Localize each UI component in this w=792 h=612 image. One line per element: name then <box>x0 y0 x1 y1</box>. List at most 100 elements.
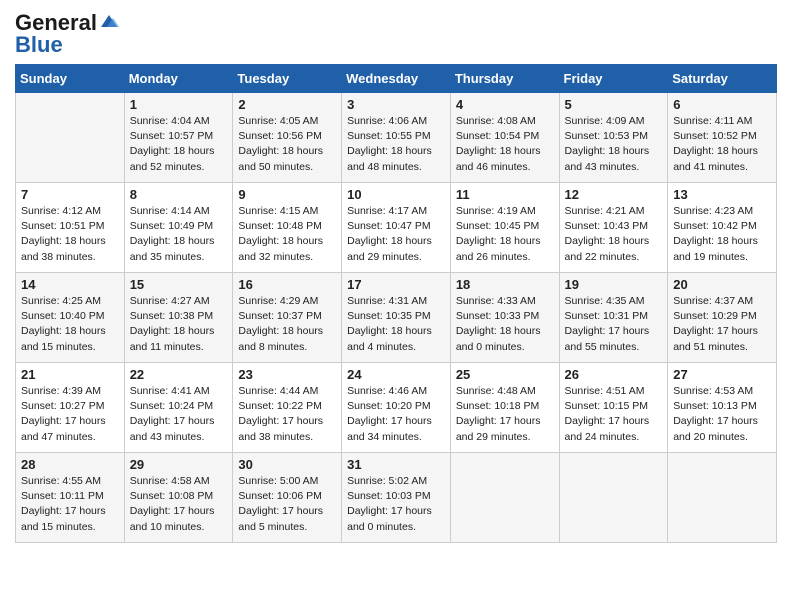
calendar-cell: 6 Sunrise: 4:11 AM Sunset: 10:52 PM Dayli… <box>668 93 777 183</box>
day-info: Sunrise: 4:41 AM Sunset: 10:24 PM Daylig… <box>130 384 228 445</box>
weekday-header-saturday: Saturday <box>668 65 777 93</box>
day-info: Sunrise: 4:55 AM Sunset: 10:11 PM Daylig… <box>21 474 119 535</box>
weekday-header-sunday: Sunday <box>16 65 125 93</box>
weekday-header-thursday: Thursday <box>450 65 559 93</box>
day-number: 3 <box>347 97 445 112</box>
day-info: Sunrise: 4:48 AM Sunset: 10:18 PM Daylig… <box>456 384 554 445</box>
day-number: 17 <box>347 277 445 292</box>
calendar-cell: 8 Sunrise: 4:14 AM Sunset: 10:49 PM Dayli… <box>124 183 233 273</box>
calendar-cell <box>559 453 668 543</box>
calendar-cell: 4Sunrise: 4:08 AM Sunset: 10:54 PM Dayli… <box>450 93 559 183</box>
week-row-1: 1Sunrise: 4:04 AM Sunset: 10:57 PM Dayli… <box>16 93 777 183</box>
day-info: Sunrise: 5:00 AM Sunset: 10:06 PM Daylig… <box>238 474 336 535</box>
day-number: 16 <box>238 277 336 292</box>
calendar-cell: 5 Sunrise: 4:09 AM Sunset: 10:53 PM Dayli… <box>559 93 668 183</box>
logo-blue: Blue <box>15 32 63 58</box>
day-info: Sunrise: 4:33 AM Sunset: 10:33 PM Daylig… <box>456 294 554 355</box>
calendar-cell: 18 Sunrise: 4:33 AM Sunset: 10:33 PM Dayl… <box>450 273 559 363</box>
day-info: Sunrise: 4:46 AM Sunset: 10:20 PM Daylig… <box>347 384 445 445</box>
calendar-cell: 28 Sunrise: 4:55 AM Sunset: 10:11 PM Dayl… <box>16 453 125 543</box>
calendar-cell: 26 Sunrise: 4:51 AM Sunset: 10:15 PM Dayl… <box>559 363 668 453</box>
calendar-cell: 14Sunrise: 4:25 AM Sunset: 10:40 PM Dayl… <box>16 273 125 363</box>
logo: General Blue <box>15 10 119 58</box>
day-number: 22 <box>130 367 228 382</box>
day-number: 19 <box>565 277 663 292</box>
calendar-cell: 10Sunrise: 4:17 AM Sunset: 10:47 PM Dayl… <box>342 183 451 273</box>
day-number: 29 <box>130 457 228 472</box>
day-info: Sunrise: 4:23 AM Sunset: 10:42 PM Daylig… <box>673 204 771 265</box>
calendar-cell <box>668 453 777 543</box>
calendar-cell: 11 Sunrise: 4:19 AM Sunset: 10:45 PM Dayl… <box>450 183 559 273</box>
day-info: Sunrise: 4:09 AM Sunset: 10:53 PM Daylig… <box>565 114 663 175</box>
day-info: Sunrise: 4:15 AM Sunset: 10:48 PM Daylig… <box>238 204 336 265</box>
day-number: 12 <box>565 187 663 202</box>
day-number: 20 <box>673 277 771 292</box>
day-info: Sunrise: 4:19 AM Sunset: 10:45 PM Daylig… <box>456 204 554 265</box>
day-info: Sunrise: 4:37 AM Sunset: 10:29 PM Daylig… <box>673 294 771 355</box>
day-number: 31 <box>347 457 445 472</box>
day-number: 4 <box>456 97 554 112</box>
day-number: 6 <box>673 97 771 112</box>
calendar-cell: 30 Sunrise: 5:00 AM Sunset: 10:06 PM Dayl… <box>233 453 342 543</box>
day-info: Sunrise: 4:35 AM Sunset: 10:31 PM Daylig… <box>565 294 663 355</box>
calendar-cell: 2Sunrise: 4:05 AM Sunset: 10:56 PM Dayli… <box>233 93 342 183</box>
weekday-header-wednesday: Wednesday <box>342 65 451 93</box>
week-row-5: 28 Sunrise: 4:55 AM Sunset: 10:11 PM Dayl… <box>16 453 777 543</box>
day-number: 28 <box>21 457 119 472</box>
day-info: Sunrise: 4:25 AM Sunset: 10:40 PM Daylig… <box>21 294 119 355</box>
day-info: Sunrise: 4:58 AM Sunset: 10:08 PM Daylig… <box>130 474 228 535</box>
calendar-cell: 25 Sunrise: 4:48 AM Sunset: 10:18 PM Dayl… <box>450 363 559 453</box>
day-number: 26 <box>565 367 663 382</box>
calendar-cell: 23 Sunrise: 4:44 AM Sunset: 10:22 PM Dayl… <box>233 363 342 453</box>
day-info: Sunrise: 4:44 AM Sunset: 10:22 PM Daylig… <box>238 384 336 445</box>
day-number: 30 <box>238 457 336 472</box>
day-number: 11 <box>456 187 554 202</box>
day-info: Sunrise: 4:51 AM Sunset: 10:15 PM Daylig… <box>565 384 663 445</box>
day-number: 25 <box>456 367 554 382</box>
calendar-cell: 7 Sunrise: 4:12 AM Sunset: 10:51 PM Dayli… <box>16 183 125 273</box>
week-row-2: 7 Sunrise: 4:12 AM Sunset: 10:51 PM Dayli… <box>16 183 777 273</box>
calendar-cell: 22 Sunrise: 4:41 AM Sunset: 10:24 PM Dayl… <box>124 363 233 453</box>
day-number: 27 <box>673 367 771 382</box>
day-number: 15 <box>130 277 228 292</box>
weekday-header-row: SundayMondayTuesdayWednesdayThursdayFrid… <box>16 65 777 93</box>
calendar-cell: 1Sunrise: 4:04 AM Sunset: 10:57 PM Dayli… <box>124 93 233 183</box>
day-number: 18 <box>456 277 554 292</box>
day-info: Sunrise: 4:06 AM Sunset: 10:55 PM Daylig… <box>347 114 445 175</box>
day-number: 10 <box>347 187 445 202</box>
day-info: Sunrise: 4:39 AM Sunset: 10:27 PM Daylig… <box>21 384 119 445</box>
calendar-cell: 29 Sunrise: 4:58 AM Sunset: 10:08 PM Dayl… <box>124 453 233 543</box>
day-number: 8 <box>130 187 228 202</box>
week-row-3: 14Sunrise: 4:25 AM Sunset: 10:40 PM Dayl… <box>16 273 777 363</box>
calendar-cell: 12Sunrise: 4:21 AM Sunset: 10:43 PM Dayl… <box>559 183 668 273</box>
day-info: Sunrise: 4:12 AM Sunset: 10:51 PM Daylig… <box>21 204 119 265</box>
calendar-cell: 19 Sunrise: 4:35 AM Sunset: 10:31 PM Dayl… <box>559 273 668 363</box>
calendar-cell: 24Sunrise: 4:46 AM Sunset: 10:20 PM Dayl… <box>342 363 451 453</box>
day-info: Sunrise: 5:02 AM Sunset: 10:03 PM Daylig… <box>347 474 445 535</box>
calendar-cell: 13Sunrise: 4:23 AM Sunset: 10:42 PM Dayl… <box>668 183 777 273</box>
calendar-cell: 17 Sunrise: 4:31 AM Sunset: 10:35 PM Dayl… <box>342 273 451 363</box>
day-info: Sunrise: 4:27 AM Sunset: 10:38 PM Daylig… <box>130 294 228 355</box>
weekday-header-friday: Friday <box>559 65 668 93</box>
day-number: 9 <box>238 187 336 202</box>
day-info: Sunrise: 4:14 AM Sunset: 10:49 PM Daylig… <box>130 204 228 265</box>
day-number: 5 <box>565 97 663 112</box>
day-info: Sunrise: 4:53 AM Sunset: 10:13 PM Daylig… <box>673 384 771 445</box>
day-number: 21 <box>21 367 119 382</box>
day-number: 7 <box>21 187 119 202</box>
weekday-header-tuesday: Tuesday <box>233 65 342 93</box>
calendar-cell <box>16 93 125 183</box>
calendar-cell: 21 Sunrise: 4:39 AM Sunset: 10:27 PM Dayl… <box>16 363 125 453</box>
day-info: Sunrise: 4:29 AM Sunset: 10:37 PM Daylig… <box>238 294 336 355</box>
week-row-4: 21 Sunrise: 4:39 AM Sunset: 10:27 PM Dayl… <box>16 363 777 453</box>
day-number: 23 <box>238 367 336 382</box>
page-header: General Blue <box>15 10 777 58</box>
calendar-cell: 31 Sunrise: 5:02 AM Sunset: 10:03 PM Dayl… <box>342 453 451 543</box>
calendar-cell: 20 Sunrise: 4:37 AM Sunset: 10:29 PM Dayl… <box>668 273 777 363</box>
day-info: Sunrise: 4:31 AM Sunset: 10:35 PM Daylig… <box>347 294 445 355</box>
day-info: Sunrise: 4:11 AM Sunset: 10:52 PM Daylig… <box>673 114 771 175</box>
calendar-cell <box>450 453 559 543</box>
logo-icon <box>99 13 119 29</box>
day-info: Sunrise: 4:05 AM Sunset: 10:56 PM Daylig… <box>238 114 336 175</box>
calendar-cell: 27 Sunrise: 4:53 AM Sunset: 10:13 PM Dayl… <box>668 363 777 453</box>
